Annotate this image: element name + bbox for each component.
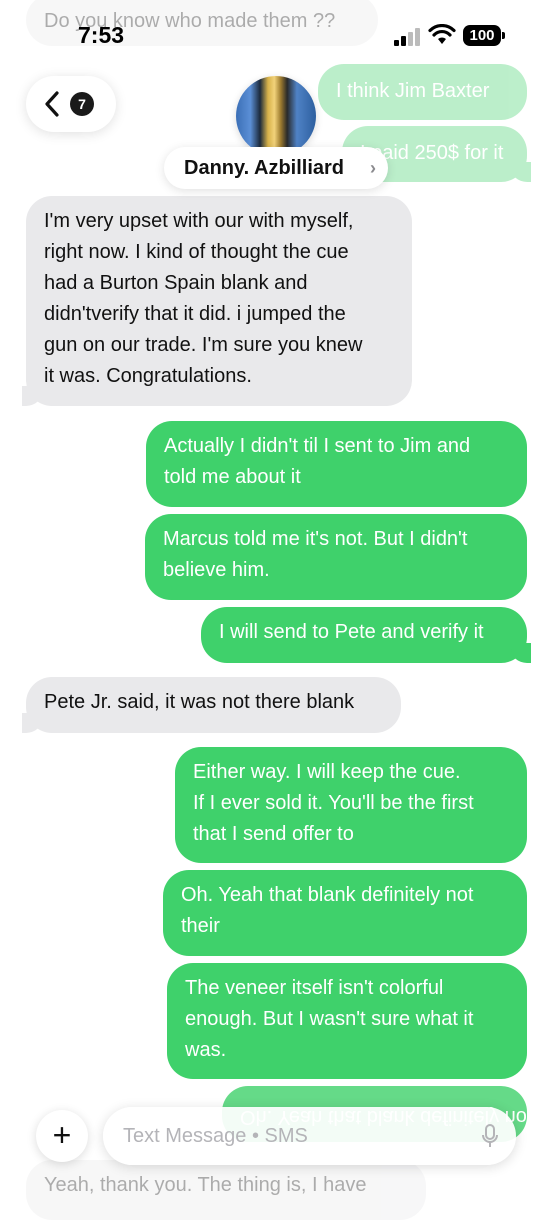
unread-count-badge: 7 <box>70 92 94 116</box>
message-outgoing[interactable]: The veneer itself isn't colorful enough.… <box>167 963 527 1079</box>
message-outgoing[interactable]: I will send to Pete and verify it <box>201 607 531 663</box>
status-time: 7:53 <box>78 22 125 48</box>
contact-name-button[interactable]: Danny. Azbilliard › <box>164 147 388 189</box>
message-incoming[interactable]: Yeah, thank you. The thing is, I have <box>26 1160 426 1220</box>
status-bar: 7:53 100 <box>0 0 553 70</box>
message-outgoing[interactable]: Actually I didn't til I sent to Jim and … <box>146 421 527 507</box>
message-outgoing[interactable]: Oh. Yeah that blank definitely not their <box>163 870 527 956</box>
message-incoming[interactable]: I'm very upset with our with myself, rig… <box>22 196 412 406</box>
message-outgoing[interactable]: Either way. I will keep the cue. If I ev… <box>175 747 527 863</box>
message-incoming[interactable]: Pete Jr. said, it was not there blank <box>22 677 401 733</box>
chevron-right-icon: › <box>370 158 376 178</box>
back-chevron-icon <box>45 91 59 117</box>
microphone-icon[interactable] <box>482 1124 498 1148</box>
message-input-placeholder: Text Message • SMS <box>123 1125 308 1147</box>
plus-icon: + <box>52 1117 72 1153</box>
message-outgoing[interactable]: I think Jim Baxter <box>318 64 527 120</box>
message-outgoing[interactable]: Marcus told me it's not. But I didn't be… <box>145 514 527 600</box>
signal-icon <box>394 28 422 46</box>
wifi-icon <box>428 24 456 44</box>
contact-avatar[interactable] <box>236 76 316 156</box>
battery-icon: 100 <box>463 25 505 46</box>
contact-name: Danny. Azbilliard <box>184 157 345 179</box>
plus-button[interactable]: + <box>36 1110 88 1162</box>
back-button[interactable]: 7 <box>26 76 116 132</box>
message-input[interactable]: Text Message • SMS <box>103 1107 516 1165</box>
